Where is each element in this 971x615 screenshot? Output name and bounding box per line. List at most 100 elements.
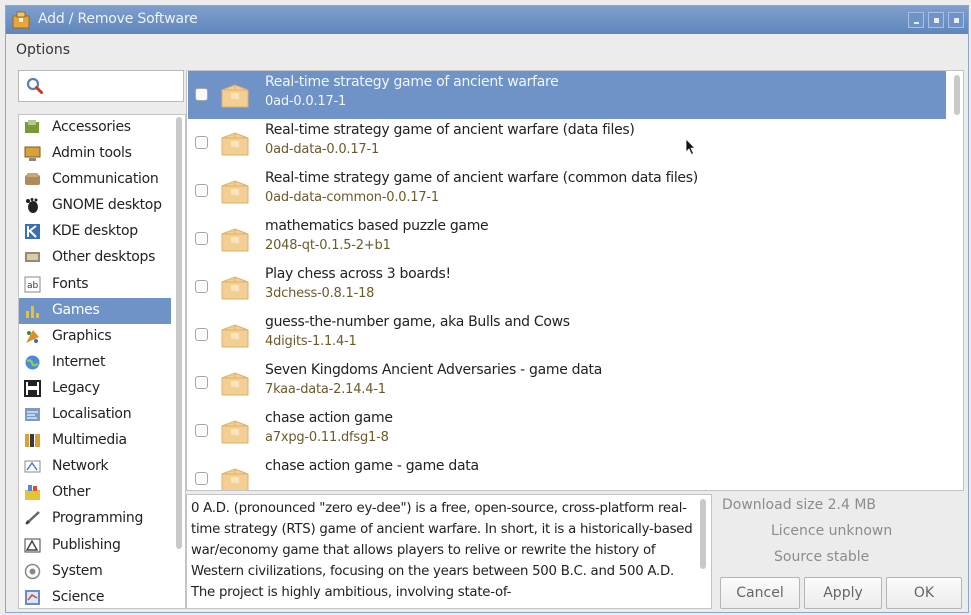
- games-icon: [26, 305, 39, 318]
- search-icon: [26, 77, 43, 94]
- package-row[interactable]: chase action game - game data: [188, 455, 946, 490]
- package-row[interactable]: Real-time strategy game of ancient warfa…: [188, 119, 946, 167]
- category-item-programming[interactable]: Programming: [19, 506, 171, 532]
- add-remove-software-window: Add / Remove Software Options Accessorie…: [5, 5, 969, 613]
- package-checkbox[interactable]: [195, 232, 208, 245]
- source-info: Source stable: [774, 549, 869, 565]
- package-box-icon: [221, 132, 249, 156]
- category-item-system[interactable]: System: [19, 559, 171, 585]
- package-box-icon: [221, 372, 249, 396]
- ok-button[interactable]: OK: [886, 577, 962, 609]
- multimedia-icon: [25, 434, 40, 448]
- description-scrollbar-thumb[interactable]: [700, 499, 706, 569]
- minimize-button[interactable]: [908, 12, 924, 28]
- cancel-button[interactable]: Cancel: [720, 577, 800, 609]
- category-label: KDE desktop: [52, 223, 138, 240]
- package-app-icon: [12, 11, 30, 29]
- category-item-science[interactable]: Science: [19, 585, 171, 608]
- publishing-icon: [24, 538, 41, 552]
- category-label: Admin tools: [52, 145, 132, 162]
- kde-icon: [25, 224, 40, 240]
- download-size-value: 2.4 MB: [827, 497, 877, 513]
- package-checkbox[interactable]: [195, 136, 208, 149]
- package-description-label: Real-time strategy game of ancient warfa…: [265, 170, 698, 186]
- package-row[interactable]: chase action game a7xpg-0.11.dfsg1-8: [188, 407, 946, 455]
- category-item-communication[interactable]: Communication: [19, 167, 171, 193]
- description-scrollbar[interactable]: [699, 499, 707, 604]
- package-scrollbar[interactable]: [952, 75, 962, 487]
- package-row[interactable]: Real-time strategy game of ancient warfa…: [188, 71, 946, 119]
- package-row[interactable]: mathematics based puzzle game 2048-qt-0.1…: [188, 215, 946, 263]
- mouse-pointer-icon: [685, 138, 696, 156]
- category-item-legacy[interactable]: Legacy: [19, 376, 171, 402]
- package-name-label: 0ad-0.0.17-1: [265, 94, 347, 109]
- category-item-games[interactable]: Games: [19, 297, 171, 324]
- package-description-label: Real-time strategy game of ancient warfa…: [265, 122, 635, 138]
- network-icon: [24, 460, 41, 473]
- programming-icon: [25, 511, 40, 526]
- package-checkbox[interactable]: [195, 280, 208, 293]
- category-item-network[interactable]: Network: [19, 454, 171, 480]
- package-description-label: guess-the-number game, aka Bulls and Cow…: [265, 314, 570, 330]
- category-item-admin-tools[interactable]: Admin tools: [19, 141, 171, 167]
- package-row[interactable]: Play chess across 3 boards! 3dchess-0.8.1…: [188, 263, 946, 311]
- package-list-panel: Real-time strategy game of ancient warfa…: [186, 70, 964, 491]
- category-item-multimedia[interactable]: Multimedia: [19, 428, 171, 454]
- localisation-icon: [25, 408, 40, 422]
- category-label: GNOME desktop: [52, 197, 162, 214]
- package-name-label: a7xpg-0.11.dfsg1-8: [265, 430, 389, 445]
- package-checkbox[interactable]: [195, 472, 208, 485]
- package-checkbox[interactable]: [195, 88, 208, 101]
- apply-button[interactable]: Apply: [804, 577, 882, 609]
- category-label: Programming: [52, 510, 144, 527]
- package-checkbox[interactable]: [195, 376, 208, 389]
- category-item-publishing[interactable]: Publishing: [19, 533, 171, 559]
- package-checkbox[interactable]: [195, 328, 208, 341]
- maximize-button[interactable]: [928, 12, 944, 28]
- licence-info: Licence unknown: [771, 523, 892, 539]
- package-scrollbar-thumb[interactable]: [954, 75, 960, 115]
- package-description-label: chase action game: [265, 410, 393, 426]
- category-label: Network: [52, 458, 109, 475]
- close-window-button[interactable]: [948, 12, 964, 28]
- package-row[interactable]: Real-time strategy game of ancient warfa…: [188, 167, 946, 215]
- description-panel: 0 A.D. (pronounced "zero ey-dee") is a f…: [186, 494, 712, 609]
- package-description: 0 A.D. (pronounced "zero ey-dee") is a f…: [191, 501, 693, 600]
- options-menu[interactable]: Options: [16, 42, 70, 58]
- package-description-label: Seven Kingdoms Ancient Adversaries - gam…: [265, 362, 603, 378]
- category-scrollbar-thumb[interactable]: [176, 117, 182, 549]
- package-name-label: 0ad-data-0.0.17-1: [265, 142, 380, 157]
- category-item-accessories[interactable]: Accessories: [19, 115, 171, 141]
- source-label: Source: [774, 549, 823, 565]
- search-box[interactable]: [18, 70, 184, 102]
- download-size-info: Download size 2.4 MB: [722, 497, 876, 513]
- category-item-kde-desktop[interactable]: KDE desktop: [19, 219, 171, 245]
- category-item-other[interactable]: Other: [19, 480, 171, 506]
- legacy-icon: [24, 379, 41, 397]
- package-box-icon: [221, 324, 249, 348]
- other-icon: [25, 485, 40, 501]
- category-label: Internet: [52, 353, 106, 370]
- package-checkbox[interactable]: [195, 184, 208, 197]
- title-bar[interactable]: Add / Remove Software: [6, 6, 968, 34]
- admin-tools-icon: [24, 146, 41, 162]
- category-item-gnome-desktop[interactable]: GNOME desktop: [19, 193, 171, 219]
- package-box-icon: [221, 420, 249, 444]
- package-checkbox[interactable]: [195, 424, 208, 437]
- category-item-fonts[interactable]: ab Fonts: [19, 272, 171, 298]
- package-name-label: 3dchess-0.8.1-18: [265, 286, 375, 301]
- category-item-localisation[interactable]: Localisation: [19, 402, 171, 428]
- svg-text:ab: ab: [27, 281, 39, 291]
- search-input[interactable]: [49, 76, 179, 96]
- category-scrollbar[interactable]: [174, 117, 184, 605]
- category-label: Accessories: [52, 119, 131, 135]
- category-list: Accessories Admin tools Communication GNOME…: [19, 115, 171, 608]
- category-item-graphics[interactable]: Graphics: [19, 324, 171, 350]
- package-row[interactable]: guess-the-number game, aka Bulls and Cow…: [188, 311, 946, 359]
- package-row[interactable]: Seven Kingdoms Ancient Adversaries - gam…: [188, 359, 946, 407]
- category-item-internet[interactable]: Internet: [19, 350, 171, 376]
- package-box-icon: [221, 276, 249, 300]
- package-description-label: mathematics based puzzle game: [265, 218, 489, 234]
- window-title: Add / Remove Software: [38, 11, 198, 27]
- category-item-other-desktops[interactable]: Other desktops: [19, 245, 171, 271]
